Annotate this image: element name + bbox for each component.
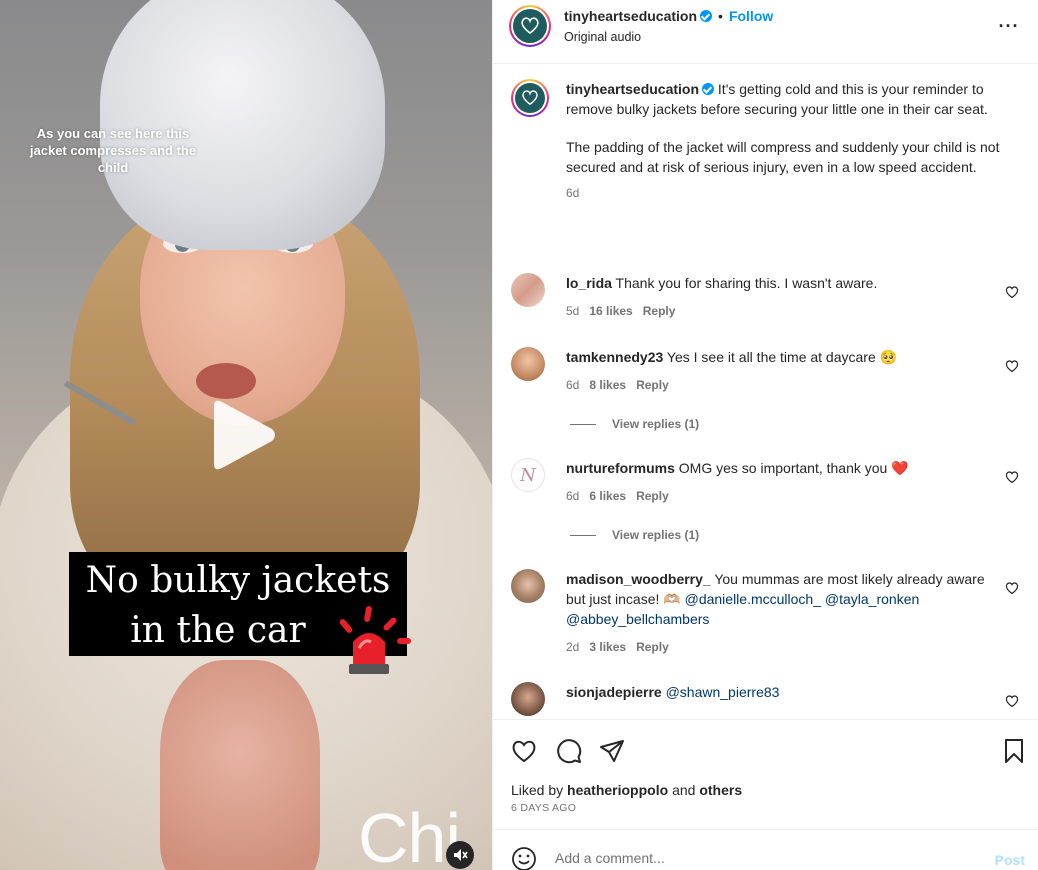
video-hands [160, 660, 320, 870]
author-username[interactable]: tinyheartseducation [564, 8, 697, 24]
comment-likes[interactable]: 16 likes [589, 304, 632, 318]
comment-text: Yes I see it all the time at daycare 🥺 [666, 349, 898, 365]
comment-mention[interactable]: @shawn_pierre83 [666, 684, 780, 700]
comment-item: N nurtureformums OMG yes so important, t… [511, 458, 1021, 518]
comment-time: 6d [566, 378, 580, 392]
comment-time: 2d [566, 640, 580, 654]
heart-logo-icon [521, 17, 539, 35]
like-comment-icon[interactable] [1005, 359, 1019, 373]
post-header: tinyheartseducation • Follow Original audi… [493, 0, 1038, 64]
comment-username[interactable]: madison_woodberry_ [566, 571, 711, 587]
commenter-avatar[interactable] [511, 347, 545, 381]
audio-label[interactable]: Original audio [564, 30, 641, 44]
comment-username[interactable]: lo_rida [566, 275, 612, 291]
share-send-icon[interactable] [598, 737, 626, 765]
watermark-text: Chi [358, 799, 461, 870]
comment-likes[interactable]: 6 likes [589, 489, 626, 503]
comment-input[interactable] [555, 850, 955, 866]
emoji-icon[interactable] [511, 846, 537, 870]
post-caption: tinyheartseducation It's getting cold an… [511, 79, 1021, 249]
post-timestamp[interactable]: 6 DAYS AGO [511, 802, 576, 814]
commenter-avatar[interactable]: N [511, 458, 545, 492]
comment-likes[interactable]: 3 likes [589, 640, 626, 654]
mute-button[interactable] [446, 841, 474, 869]
post-actions: Liked by heatherioppolo and others 6 DAY… [493, 719, 1038, 829]
comment-item: sionjadepierre @shawn_pierre83 [511, 682, 1021, 719]
view-replies-button[interactable]: View replies (1) [570, 417, 699, 431]
commenter-avatar[interactable] [511, 273, 545, 307]
post-panel: tinyheartseducation • Follow Original audi… [492, 0, 1038, 870]
like-comment-icon[interactable] [1005, 470, 1019, 484]
comment-username[interactable]: nurtureformums [566, 460, 675, 476]
comment-mention[interactable]: @abbey_bellchambers [566, 611, 709, 627]
comment-text: Thank you for sharing this. I wasn't awa… [615, 275, 878, 291]
post-comment-button[interactable]: Post [995, 852, 1025, 868]
reply-button[interactable]: Reply [643, 304, 676, 318]
caption-username[interactable]: tinyheartseducation [566, 81, 699, 97]
comment-time: 6d [566, 489, 580, 503]
comment-item: lo_rida Thank you for sharing this. I wa… [511, 273, 1021, 333]
caption-avatar[interactable] [511, 79, 549, 117]
reply-button[interactable]: Reply [636, 489, 669, 503]
like-heart-icon[interactable] [510, 737, 538, 765]
commenter-avatar[interactable] [511, 569, 545, 603]
comment-item: tamkennedy23 Yes I see it all the time a… [511, 347, 1021, 407]
comment-mention[interactable]: @danielle.mcculloch_ [685, 591, 821, 607]
liked-by-text: Liked by heatherioppolo and others [511, 782, 742, 798]
liked-by-and: and [672, 782, 696, 798]
caption-text-p2: The padding of the jacket will compress … [566, 139, 1000, 175]
comment-item: madison_woodberry_ You mummas are most l… [511, 569, 1021, 659]
like-comment-icon[interactable] [1005, 581, 1019, 595]
play-icon[interactable] [208, 398, 278, 472]
siren-emoji-icon [339, 606, 411, 674]
reply-button[interactable]: Reply [636, 640, 669, 654]
add-comment-bar: Post [493, 829, 1038, 870]
comment-username[interactable]: sionjadepierre [566, 684, 662, 700]
follow-button[interactable]: Follow [729, 8, 773, 24]
liked-by-user[interactable]: heatherioppolo [567, 782, 668, 798]
comment-bubble-icon[interactable] [555, 737, 583, 765]
reel-video[interactable]: As you can see here this jacket compress… [0, 0, 492, 870]
video-overlay-caption: As you can see here this jacket compress… [29, 126, 197, 175]
comments-list[interactable]: tinyheartseducation It's getting cold an… [493, 65, 1038, 719]
header-separator: • [718, 8, 723, 24]
comment-text: OMG yes so important, thank you ❤️ [678, 460, 909, 476]
speaker-muted-icon [454, 849, 468, 861]
comment-time: 5d [566, 304, 580, 318]
more-options-icon[interactable]: ··· [997, 14, 1021, 38]
comment-likes[interactable]: 8 likes [589, 378, 626, 392]
video-mouth [196, 363, 256, 399]
comment-mention[interactable]: @tayla_ronken [825, 591, 919, 607]
author-avatar[interactable] [509, 5, 551, 47]
caption-time: 6d [566, 186, 580, 200]
comment-username[interactable]: tamkennedy23 [566, 349, 663, 365]
verified-badge-icon [702, 83, 715, 95]
liked-by-others[interactable]: others [699, 782, 742, 798]
reply-button[interactable]: Reply [636, 378, 669, 392]
liked-by-prefix: Liked by [511, 782, 564, 798]
like-comment-icon[interactable] [1005, 694, 1019, 708]
like-comment-icon[interactable] [1005, 285, 1019, 299]
commenter-avatar[interactable] [511, 682, 545, 716]
save-bookmark-icon[interactable] [1000, 737, 1028, 765]
heart-logo-icon [522, 90, 538, 106]
view-replies-button[interactable]: View replies (1) [570, 528, 699, 542]
verified-badge-icon [700, 10, 713, 22]
